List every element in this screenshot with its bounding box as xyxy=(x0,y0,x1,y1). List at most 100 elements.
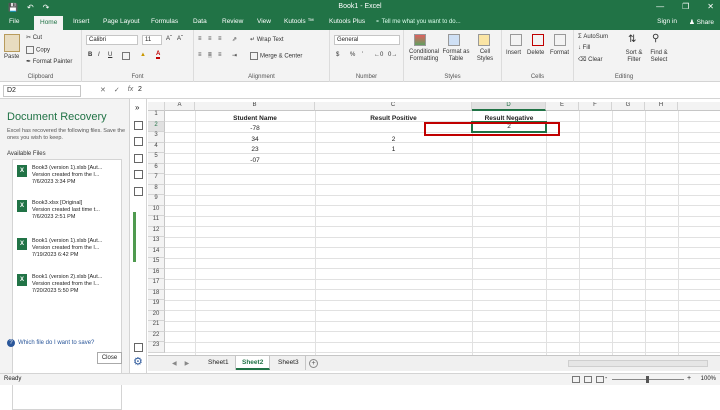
tab-home[interactable]: Home xyxy=(34,16,64,30)
orientation-icon[interactable]: ⇗ xyxy=(232,36,237,43)
format-painter-button[interactable]: ✒ Format Painter xyxy=(26,58,72,65)
format-button[interactable]: Format xyxy=(550,50,569,56)
zoom-slider-thumb[interactable] xyxy=(646,376,649,383)
row-header[interactable]: 9 xyxy=(148,195,165,206)
next-sheet-icon[interactable]: ▶ xyxy=(185,360,190,367)
align-bottom-icon[interactable]: ≡ xyxy=(218,36,222,42)
cell-c5[interactable] xyxy=(315,156,472,166)
clear-button[interactable]: ⌫ Clear xyxy=(578,56,603,63)
close-window-button[interactable]: ✕ xyxy=(707,2,714,11)
pane-splitter[interactable] xyxy=(133,212,136,262)
cell-styles-button[interactable]: Cell Styles xyxy=(472,49,498,63)
page-layout-view-icon[interactable] xyxy=(584,376,592,383)
formula-input[interactable]: 2 xyxy=(138,86,142,93)
row-header[interactable]: 19 xyxy=(148,300,165,311)
merge-center-button[interactable]: Merge & Center xyxy=(250,52,302,60)
page-break-view-icon[interactable] xyxy=(596,376,604,383)
copy-button[interactable]: Copy xyxy=(26,46,50,54)
cell-c3[interactable]: 2 xyxy=(315,135,472,145)
horizontal-scrollbar[interactable] xyxy=(568,360,708,367)
row-header[interactable]: 15 xyxy=(148,258,165,269)
tab-file[interactable]: File xyxy=(9,18,19,25)
comma-button[interactable]: ’ xyxy=(362,52,363,58)
column-header-h[interactable]: H xyxy=(645,102,678,111)
column-header-a[interactable]: A xyxy=(165,102,195,111)
align-top-icon[interactable]: ≡ xyxy=(198,36,202,42)
tab-review[interactable]: Review xyxy=(222,18,243,25)
row-header[interactable]: 6 xyxy=(148,163,165,174)
prev-sheet-icon[interactable]: ◀ xyxy=(172,360,177,367)
shrink-font-icon[interactable]: Aˇ xyxy=(177,36,183,42)
align-right-icon[interactable]: ≡ xyxy=(218,52,222,58)
tell-me-box[interactable]: ⚬ Tell me what you want to do... xyxy=(375,18,461,25)
tab-kutools-plus[interactable]: Kutools Plus xyxy=(329,18,365,25)
conditional-formatting-icon[interactable] xyxy=(414,34,426,46)
fill-button[interactable]: ↓ Fill xyxy=(578,45,590,51)
font-size-select[interactable]: 11 xyxy=(142,35,162,45)
cell-b4[interactable]: 23 xyxy=(195,145,315,155)
underline-button[interactable]: U xyxy=(108,52,112,58)
column-header-b[interactable]: B xyxy=(195,102,315,111)
row-header[interactable]: 17 xyxy=(148,279,165,290)
row-header[interactable]: 1 xyxy=(148,111,165,122)
tab-kutools[interactable]: Kutools ™ xyxy=(284,18,314,25)
kutools-calc-icon[interactable] xyxy=(134,187,143,196)
zoom-in-button[interactable]: + xyxy=(687,375,691,382)
row-header[interactable]: 5 xyxy=(148,153,165,164)
minimize-button[interactable]: — xyxy=(656,2,664,11)
paste-button[interactable]: Paste xyxy=(4,54,19,60)
zoom-out-button[interactable]: - xyxy=(605,375,607,382)
decrease-decimal-icon[interactable]: 0→ xyxy=(388,52,397,58)
font-color-button[interactable]: A xyxy=(156,51,161,59)
cell-b5[interactable]: -07 xyxy=(195,156,315,166)
normal-view-icon[interactable] xyxy=(572,376,580,383)
column-header-d[interactable]: D xyxy=(472,102,546,111)
autosum-button[interactable]: Σ AutoSum xyxy=(578,34,608,40)
row-header[interactable]: 13 xyxy=(148,237,165,248)
insert-function-icon[interactable]: fx xyxy=(128,86,133,94)
row-header[interactable]: 3 xyxy=(148,132,165,143)
cell-b1[interactable]: Student Name xyxy=(195,114,315,124)
sort-filter-icon[interactable]: ⇅ xyxy=(628,34,636,45)
column-header-c[interactable]: C xyxy=(315,102,472,111)
row-header[interactable]: 20 xyxy=(148,310,165,321)
paste-icon[interactable] xyxy=(4,34,20,52)
sheet-tab-sheet3[interactable]: Sheet3 xyxy=(272,356,306,370)
recovery-close-button[interactable]: Close xyxy=(97,352,122,364)
row-header[interactable]: 22 xyxy=(148,331,165,342)
magnifier-icon[interactable]: ⚲ xyxy=(652,33,659,44)
kutools-nav-icon[interactable] xyxy=(134,121,143,130)
add-sheet-button[interactable]: + xyxy=(309,359,318,368)
kutools-list-icon[interactable] xyxy=(134,137,143,146)
borders-icon[interactable] xyxy=(122,52,132,60)
format-as-table-button[interactable]: Format as Table xyxy=(442,49,470,63)
format-cells-icon[interactable] xyxy=(554,34,566,46)
increase-decimal-icon[interactable]: ←0 xyxy=(374,52,383,58)
restore-button[interactable]: ❐ xyxy=(682,2,689,11)
column-header-e[interactable]: E xyxy=(546,102,579,111)
tab-insert[interactable]: Insert xyxy=(73,18,89,25)
row-header[interactable]: 8 xyxy=(148,184,165,195)
italic-button[interactable]: I xyxy=(98,52,100,58)
indent-icon[interactable]: ⇥ xyxy=(232,52,237,59)
bold-button[interactable]: B xyxy=(88,52,92,58)
sheet-tab-sheet1[interactable]: Sheet1 xyxy=(202,356,236,370)
worksheet-grid[interactable]: A B C D E F G H 1 2 3 4 5 6 7 8 9 10 11 … xyxy=(148,102,720,355)
sheet-tab-sheet2[interactable]: Sheet2 xyxy=(236,356,271,370)
conditional-formatting-button[interactable]: Conditional Formatting xyxy=(406,49,442,63)
gear-icon[interactable]: ⚙ xyxy=(133,355,143,368)
row-header[interactable]: 2 xyxy=(148,121,165,132)
row-header[interactable]: 7 xyxy=(148,174,165,185)
cell-b2[interactable]: -78 xyxy=(195,124,315,134)
row-header[interactable]: 10 xyxy=(148,205,165,216)
tab-formulas[interactable]: Formulas xyxy=(151,18,178,25)
align-middle-icon[interactable]: ≡ xyxy=(208,36,212,42)
cancel-entry-icon[interactable]: ✕ xyxy=(100,86,106,94)
tab-data[interactable]: Data xyxy=(193,18,207,25)
zoom-level[interactable]: 100% xyxy=(701,376,716,382)
format-as-table-icon[interactable] xyxy=(448,34,460,46)
insert-cells-icon[interactable] xyxy=(510,34,522,46)
cell-b3[interactable]: 34 xyxy=(195,135,315,145)
percent-button[interactable]: % xyxy=(350,52,355,58)
kutools-find-icon[interactable] xyxy=(134,154,143,163)
